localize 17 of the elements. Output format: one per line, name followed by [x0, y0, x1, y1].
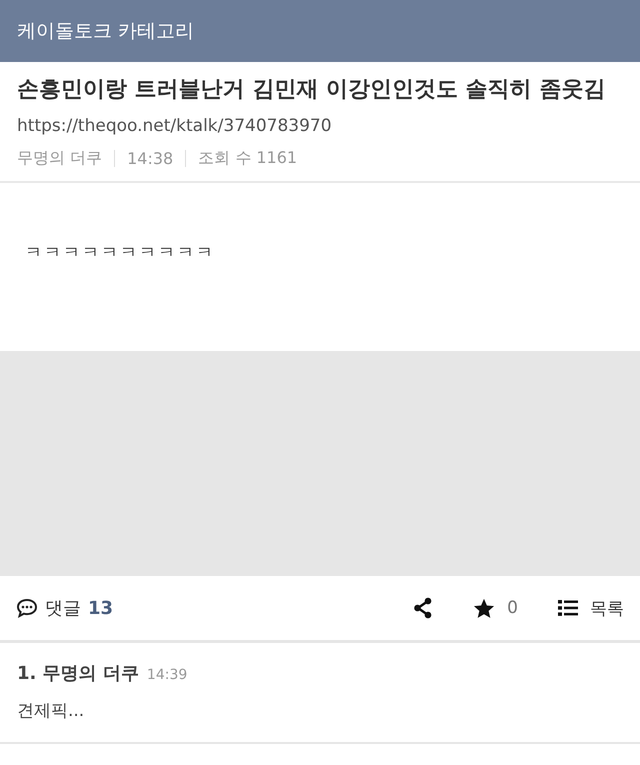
speech-bubble-icon [16, 598, 38, 618]
list-icon [558, 599, 578, 617]
post-url[interactable]: https://theqoo.net/ktalk/3740783970 [17, 116, 623, 136]
post-body: ㅋㅋㅋㅋㅋㅋㅋㅋㅋㅋ [25, 242, 215, 264]
author-name: 무명의 더쿠 [17, 148, 102, 169]
list-link[interactable]: 목록 [558, 596, 624, 620]
share-icon[interactable] [413, 597, 434, 619]
post-title: 손흥민이랑 트러블난거 김민재 이강인인것도 솔직히 좀웃김 [17, 76, 606, 104]
comments-link[interactable]: 댓글 13 [16, 596, 114, 620]
post-time: 14:38 [127, 149, 174, 168]
star-count: 0 [507, 598, 518, 618]
star-icon[interactable] [473, 598, 496, 618]
category-title[interactable]: 케이돌토크 카테고리 [17, 18, 194, 44]
comment-text: 견제픽... [17, 700, 86, 722]
view-count: 조회 수 1161 [198, 148, 298, 169]
comment-author: 1. 무명의 더쿠 [17, 662, 139, 685]
comment-time: 14:39 [146, 667, 188, 683]
